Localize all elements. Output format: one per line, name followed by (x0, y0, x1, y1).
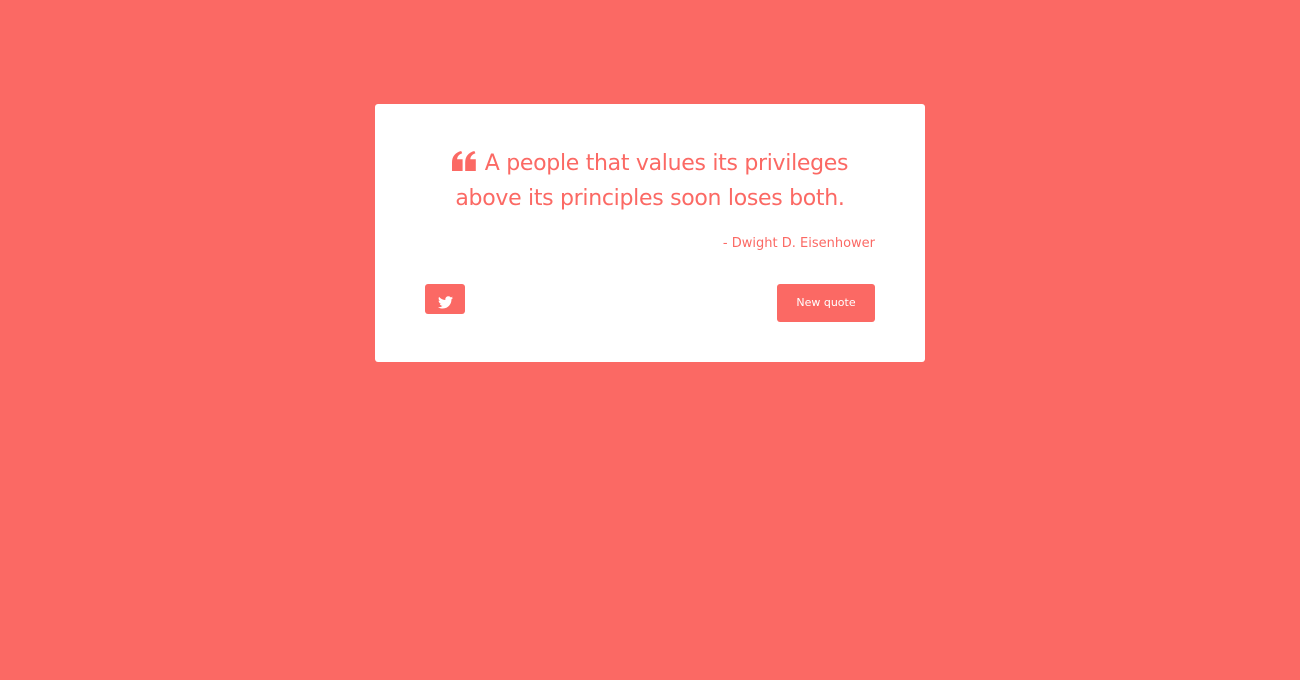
quote-left-icon (451, 151, 476, 171)
new-quote-button[interactable]: New quote (777, 284, 875, 322)
quote-author: - Dwight D. Eisenhower (722, 236, 875, 251)
twitter-icon (437, 290, 453, 309)
tweet-quote-button[interactable] (425, 284, 465, 314)
quote-text: A people that values its privileges abov… (455, 151, 849, 211)
quote-text-block: A people that values its privileges abov… (425, 146, 875, 216)
quote-box: A people that values its privileges abov… (375, 104, 925, 362)
